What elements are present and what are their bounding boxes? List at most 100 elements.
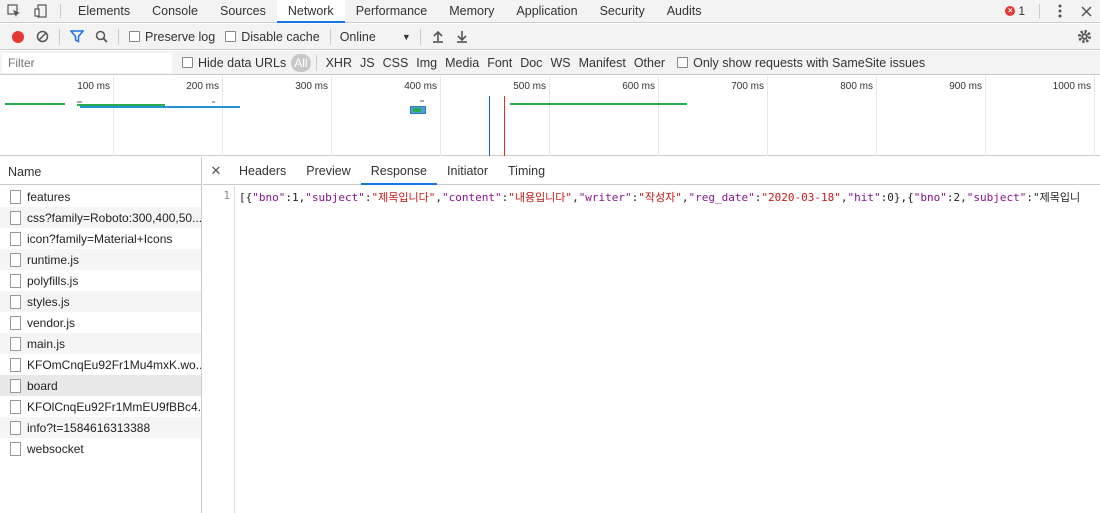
toolbar-divider — [315, 54, 317, 71]
grid-line — [767, 76, 768, 156]
request-name: websocket — [27, 441, 84, 456]
filter-type-media[interactable]: Media — [441, 54, 483, 72]
request-row[interactable]: features — [0, 186, 201, 207]
overview-bar — [80, 106, 240, 108]
checkbox-box[interactable] — [225, 31, 237, 42]
request-name: styles.js — [27, 294, 70, 309]
file-icon — [10, 315, 21, 330]
file-icon — [10, 399, 21, 414]
filter-icon[interactable] — [65, 25, 89, 49]
grid-line — [331, 76, 332, 156]
file-icon — [10, 231, 21, 246]
tab-initiator[interactable]: Initiator — [437, 157, 498, 184]
filter-type-css[interactable]: CSS — [379, 54, 413, 72]
tab-network[interactable]: Network — [276, 0, 345, 23]
tab-timing[interactable]: Timing — [498, 157, 555, 184]
network-settings-gear-icon[interactable] — [1072, 25, 1096, 49]
tab-performance[interactable]: Performance — [345, 0, 439, 22]
time-tick-label: 200 ms — [186, 81, 219, 92]
time-tick-label: 700 ms — [731, 81, 764, 92]
chevron-down-icon: ▼ — [401, 31, 411, 42]
disable-cache-checkbox[interactable]: Disable cache — [225, 30, 320, 44]
time-tick-label: 100 ms — [77, 81, 110, 92]
grid-line — [658, 76, 659, 156]
file-icon — [10, 252, 21, 267]
export-har-icon[interactable] — [450, 25, 474, 49]
grid-line — [1094, 76, 1095, 156]
filter-type-other[interactable]: Other — [630, 54, 669, 72]
filter-input[interactable] — [2, 52, 172, 73]
request-name: KFOlCnqEu92Fr1MmEU9fBBc4... — [27, 399, 201, 414]
request-row[interactable]: vendor.js — [0, 312, 201, 333]
grid-line — [440, 76, 441, 156]
close-detail-icon[interactable]: ✕ — [203, 157, 229, 184]
filter-type-xhr[interactable]: XHR — [322, 54, 356, 72]
record-icon[interactable] — [6, 25, 30, 49]
request-row[interactable]: css?family=Roboto:300,400,50... — [0, 207, 201, 228]
filter-type-img[interactable]: Img — [412, 54, 441, 72]
grid-line — [985, 76, 986, 156]
request-row[interactable]: runtime.js — [0, 249, 201, 270]
filter-type-js[interactable]: JS — [356, 54, 379, 72]
dom-content-loaded-line — [489, 96, 490, 156]
grid-line — [113, 76, 114, 156]
disable-cache-label: Disable cache — [241, 29, 320, 44]
checkbox-box[interactable] — [129, 31, 140, 42]
request-row[interactable]: websocket — [0, 438, 201, 459]
filter-type-doc[interactable]: Doc — [516, 54, 546, 72]
request-name: KFOmCnqEu92Fr1Mu4mxK.wo... — [27, 357, 201, 372]
overview-bar — [420, 100, 424, 102]
file-icon — [10, 273, 21, 288]
file-icon — [10, 357, 21, 372]
tab-memory[interactable]: Memory — [438, 0, 505, 22]
import-har-icon[interactable] — [426, 25, 450, 49]
time-tick-label: 400 ms — [404, 81, 437, 92]
grid-line — [549, 76, 550, 156]
clear-icon[interactable] — [30, 25, 54, 49]
preserve-log-checkbox[interactable]: Preserve log — [129, 30, 215, 44]
request-row[interactable]: main.js — [0, 333, 201, 354]
checkbox-box[interactable] — [677, 57, 689, 68]
request-row[interactable]: polyfills.js — [0, 270, 201, 291]
name-column-header[interactable]: Name — [0, 157, 201, 185]
tab-security[interactable]: Security — [589, 0, 656, 22]
request-row[interactable]: KFOmCnqEu92Fr1Mu4mxK.wo... — [0, 354, 201, 375]
request-name: icon?family=Material+Icons — [27, 231, 173, 246]
search-icon[interactable] — [89, 25, 113, 49]
filter-type-ws[interactable]: WS — [546, 54, 574, 72]
filter-type-font[interactable]: Font — [483, 54, 516, 72]
request-row[interactable]: icon?family=Material+Icons — [0, 228, 201, 249]
hide-data-urls-checkbox[interactable]: Hide data URLs — [182, 56, 286, 70]
samesite-label: Only show requests with SameSite issues — [693, 55, 926, 70]
request-row[interactable]: info?t=1584616313388 — [0, 417, 201, 438]
close-devtools-icon[interactable] — [1073, 0, 1100, 22]
request-row[interactable]: board — [0, 375, 201, 396]
time-tick-label: 800 ms — [840, 81, 873, 92]
tab-application[interactable]: Application — [505, 0, 588, 22]
filter-type-all[interactable]: All — [291, 53, 311, 72]
tab-response[interactable]: Response — [360, 157, 438, 185]
response-text[interactable]: [{"bno":1,"subject":"제목입니다","content":"내… — [239, 189, 1080, 205]
request-row[interactable]: KFOlCnqEu92Fr1MmEU9fBBc4... — [0, 396, 201, 417]
samesite-checkbox[interactable]: Only show requests with SameSite issues — [677, 56, 925, 70]
inspect-element-icon[interactable] — [0, 0, 27, 22]
tab-headers[interactable]: Headers — [229, 157, 296, 184]
response-body[interactable]: 1 [{"bno":1,"subject":"제목입니다","content":… — [203, 186, 1100, 513]
panel-tabs: Elements Console Sources Network Perform… — [67, 0, 713, 23]
network-overview[interactable]: 100 ms 200 ms 300 ms 400 ms 500 ms 600 ms 700 … — [0, 76, 1100, 156]
request-name: info?t=1584616313388 — [27, 420, 151, 435]
throttle-value: Online — [339, 29, 376, 44]
tab-preview[interactable]: Preview — [296, 157, 360, 184]
request-row[interactable]: styles.js — [0, 291, 201, 312]
throttle-select[interactable]: Online ▼ — [336, 30, 415, 44]
more-options-icon[interactable] — [1046, 0, 1073, 22]
toolbar-divider — [118, 28, 119, 45]
tab-sources[interactable]: Sources — [209, 0, 277, 22]
device-toolbar-icon[interactable] — [27, 0, 54, 22]
tab-console[interactable]: Console — [141, 0, 209, 22]
tab-audits[interactable]: Audits — [656, 0, 713, 22]
filter-type-manifest[interactable]: Manifest — [575, 54, 630, 72]
error-counter[interactable]: × 1 — [997, 4, 1033, 18]
checkbox-box[interactable] — [182, 57, 193, 68]
tab-elements[interactable]: Elements — [67, 0, 141, 22]
